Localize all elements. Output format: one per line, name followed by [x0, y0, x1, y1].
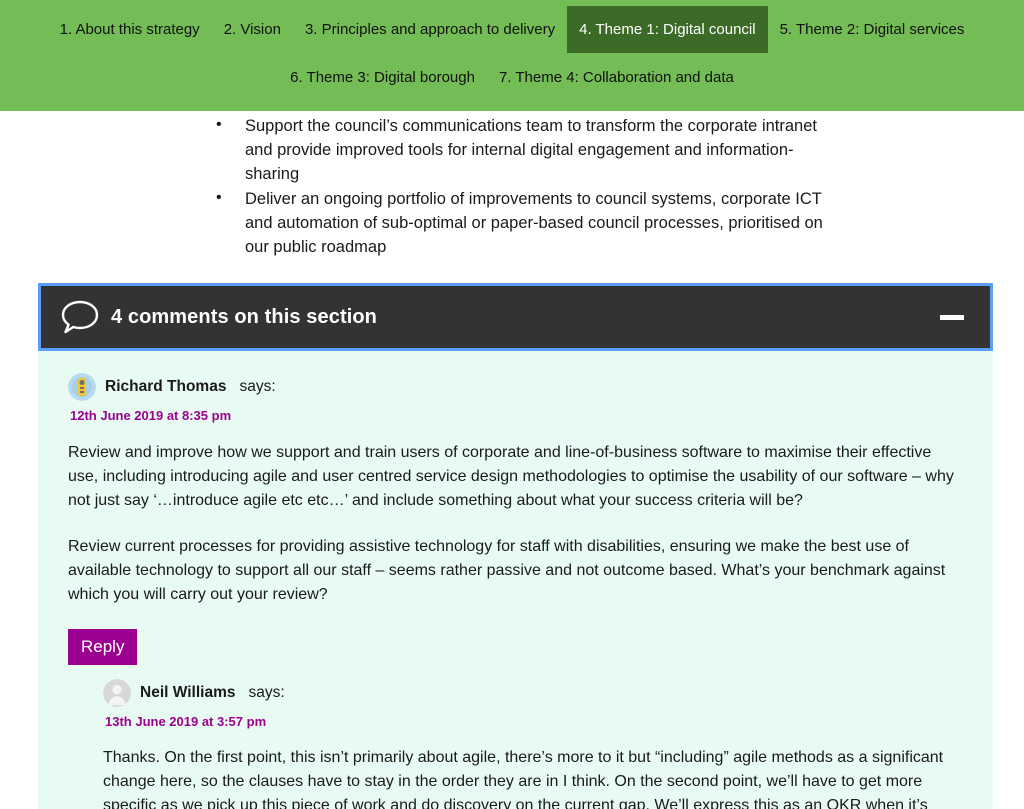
- commitments-bullet-list: Support the council’s communications tea…: [0, 113, 1024, 259]
- default-person-avatar: [103, 679, 131, 707]
- reply-button[interactable]: Reply: [68, 629, 138, 665]
- nav-item-vision[interactable]: 2. Vision: [212, 6, 293, 53]
- speech-bubble-icon: [57, 297, 103, 337]
- comment-author-name: Neil Williams: [140, 684, 236, 701]
- comment-author-line: Neil Williams says:: [103, 679, 971, 707]
- nav-item-about-this-strategy[interactable]: 1. About this strategy: [48, 6, 212, 53]
- comment-timestamp-link[interactable]: 13th June 2019 at 3:57 pm: [105, 714, 971, 729]
- identicon-avatar: [68, 373, 96, 401]
- comment-item: Richard Thomas says: 12th June 2019 at 8…: [68, 373, 971, 809]
- minus-icon[interactable]: [940, 314, 964, 320]
- comment-paragraph: Review current processes for providing a…: [68, 538, 946, 603]
- comments-header-toggle[interactable]: 4 comments on this section: [38, 283, 993, 351]
- site-navigation: 1. About this strategy 2. Vision 3. Prin…: [0, 0, 1024, 111]
- nav-item-theme-4-collaboration-and-data[interactable]: 7. Theme 4: Collaboration and data: [487, 54, 746, 101]
- page-content: Support the council’s communications tea…: [0, 111, 1024, 809]
- nav-row-secondary: 6. Theme 3: Digital borough 7. Theme 4: …: [0, 54, 1024, 101]
- comment-paragraph: Thanks. On the first point, this isn’t p…: [103, 749, 944, 809]
- nav-item-theme-1-digital-council[interactable]: 4. Theme 1: Digital council: [567, 6, 768, 53]
- comments-count-title: 4 comments on this section: [111, 305, 377, 328]
- nav-item-theme-2-digital-services[interactable]: 5. Theme 2: Digital services: [768, 6, 977, 53]
- list-item: Support the council’s communications tea…: [216, 113, 837, 186]
- comments-list: Richard Thomas says: 12th June 2019 at 8…: [38, 351, 993, 809]
- says-label: says:: [248, 684, 285, 701]
- list-item: Deliver an ongoing portfolio of improvem…: [216, 186, 837, 259]
- comment-paragraph: Review and improve how we support and tr…: [68, 444, 954, 509]
- nav-item-theme-3-digital-borough[interactable]: 6. Theme 3: Digital borough: [278, 54, 487, 101]
- comment-timestamp-link[interactable]: 12th June 2019 at 8:35 pm: [70, 408, 971, 423]
- says-label: says:: [239, 378, 276, 395]
- comment-author-name: Richard Thomas: [105, 378, 227, 395]
- comment-author-line: Richard Thomas says:: [68, 373, 971, 401]
- nav-row-primary: 1. About this strategy 2. Vision 3. Prin…: [0, 6, 1024, 53]
- comment-item-nested: Neil Williams says: 13th June 2019 at 3:…: [68, 679, 971, 809]
- comments-section: 4 comments on this section Richard Thoma…: [0, 283, 1024, 809]
- nav-item-principles-and-approach-to-delivery[interactable]: 3. Principles and approach to delivery: [293, 6, 567, 53]
